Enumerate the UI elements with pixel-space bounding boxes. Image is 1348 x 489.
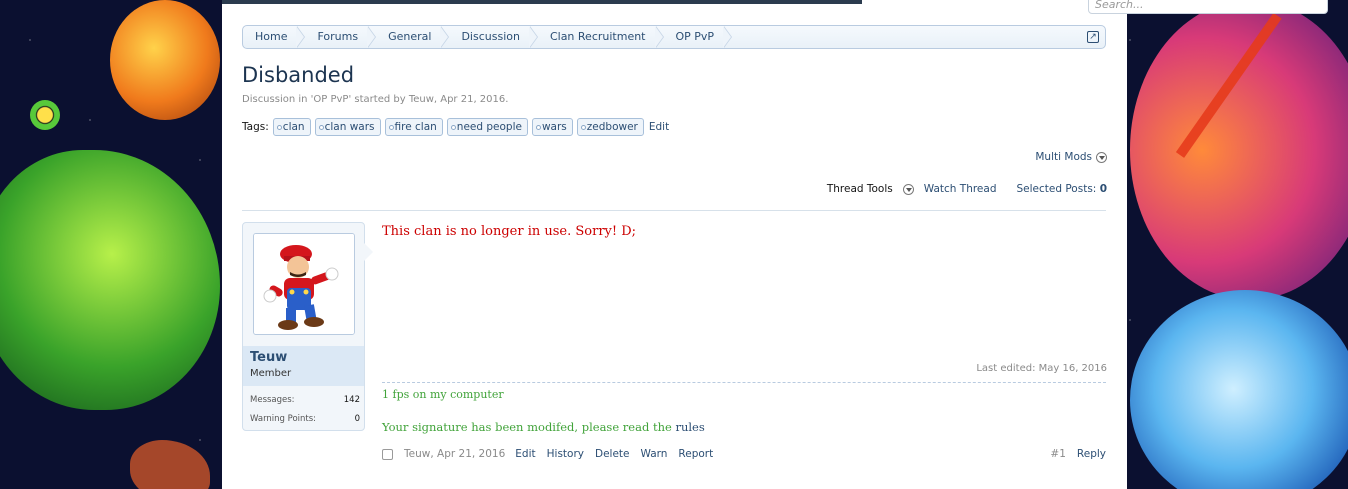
username-link[interactable]: Teuw bbox=[250, 350, 287, 365]
signature-notice: Your signature has been modifed, please … bbox=[382, 420, 705, 434]
meta-forum-link[interactable]: OP PvP bbox=[313, 94, 348, 105]
meta-suffix: , Apr 21, 2016. bbox=[433, 94, 509, 105]
breadcrumb: Home Forums General Discussion Clan Recr… bbox=[242, 25, 1106, 49]
top-bar bbox=[222, 0, 862, 4]
signature-divider bbox=[382, 382, 1106, 383]
footer-right: #1 Reply bbox=[1050, 448, 1106, 460]
rules-link[interactable]: rules bbox=[675, 420, 704, 434]
message-footer: Teuw, Apr 21, 2016 Edit History Delete W… bbox=[382, 446, 1106, 462]
meta-mid: ' started by bbox=[348, 94, 409, 105]
mario-avatar-icon bbox=[254, 234, 354, 334]
thread-meta: Discussion in 'OP PvP' started by Teuw, … bbox=[242, 94, 508, 105]
dropdown-circle-icon[interactable] bbox=[1096, 151, 1107, 163]
meta-prefix: Discussion in ' bbox=[242, 94, 314, 105]
selected-posts-label: Selected Posts: bbox=[1016, 183, 1097, 195]
warn-link[interactable]: Warn bbox=[640, 448, 667, 460]
thread-tools-menu[interactable]: Thread Tools bbox=[817, 183, 914, 195]
selected-posts-count: 0 bbox=[1099, 183, 1107, 195]
creature-eye-art bbox=[30, 100, 60, 130]
multi-mods-menu[interactable]: Multi Mods bbox=[1035, 151, 1107, 163]
tag-clan-wars[interactable]: clan wars bbox=[314, 118, 381, 136]
selected-posts-link[interactable]: Selected Posts: 0 bbox=[1007, 183, 1108, 195]
divider bbox=[242, 210, 1106, 211]
history-link[interactable]: History bbox=[547, 448, 584, 460]
stat-messages: Messages: 142 bbox=[250, 395, 360, 405]
breadcrumb-op-pvp[interactable]: OP PvP bbox=[664, 26, 733, 48]
tag-need-people[interactable]: need people bbox=[446, 118, 528, 136]
search-box[interactable] bbox=[1088, 0, 1328, 14]
message-text: This clan is no longer in use. Sorry! D; bbox=[382, 224, 637, 239]
breadcrumb-home[interactable]: Home bbox=[243, 26, 306, 48]
edit-tags-link[interactable]: Edit bbox=[649, 121, 669, 133]
signature-notice-text: Your signature has been modifed, please … bbox=[382, 420, 676, 434]
delete-link[interactable]: Delete bbox=[595, 448, 630, 460]
post-number-link[interactable]: #1 bbox=[1050, 448, 1065, 460]
avatar[interactable] bbox=[253, 233, 355, 335]
username-box: Teuw Member bbox=[243, 346, 364, 386]
user-title: Member bbox=[250, 368, 292, 379]
tag-zedbower[interactable]: zedbower bbox=[576, 118, 644, 136]
stat-value[interactable]: 142 bbox=[344, 395, 360, 405]
forum-page: Home Forums General Discussion Clan Recr… bbox=[222, 0, 1328, 489]
tags-label: Tags: bbox=[242, 121, 269, 133]
tag-list: Tags: clan clan wars fire clan need peop… bbox=[242, 118, 669, 136]
search-input[interactable] bbox=[1089, 0, 1327, 13]
breadcrumb-clan-recruitment[interactable]: Clan Recruitment bbox=[538, 26, 664, 48]
tag-clan[interactable]: clan bbox=[272, 118, 311, 136]
watch-thread-link[interactable]: Watch Thread bbox=[924, 183, 997, 195]
tag-fire-clan[interactable]: fire clan bbox=[384, 118, 443, 136]
signature-line: 1 fps on my computer bbox=[382, 388, 504, 401]
select-post-checkbox[interactable] bbox=[382, 448, 393, 460]
message-user-info: Teuw Member Messages: 142 Warning Points… bbox=[242, 222, 373, 431]
multi-mods-label: Multi Mods bbox=[1035, 151, 1092, 163]
orange-planet-art bbox=[110, 0, 220, 120]
stat-value: 0 bbox=[354, 414, 360, 424]
thread-tools-bar: Thread Tools Watch Thread Selected Posts… bbox=[807, 183, 1107, 195]
stat-label: Warning Points: bbox=[250, 414, 317, 424]
stat-label: Messages: bbox=[250, 395, 295, 405]
jump-to-icon[interactable]: ↗ bbox=[1087, 31, 1099, 43]
thread-title: Disbanded bbox=[242, 63, 355, 87]
dropdown-circle-icon[interactable] bbox=[902, 183, 914, 195]
tag-wars[interactable]: wars bbox=[531, 118, 573, 136]
report-link[interactable]: Report bbox=[678, 448, 713, 460]
meta-author-link[interactable]: Teuw bbox=[409, 94, 434, 105]
post-author-date[interactable]: Teuw, Apr 21, 2016 bbox=[404, 448, 505, 460]
edit-link[interactable]: Edit bbox=[515, 448, 535, 460]
stat-warning-points: Warning Points: 0 bbox=[250, 414, 360, 424]
breadcrumb-discussion[interactable]: Discussion bbox=[449, 26, 538, 48]
last-edited: Last edited: May 16, 2016 bbox=[976, 363, 1107, 374]
breadcrumb-forums[interactable]: Forums bbox=[305, 26, 376, 48]
thread-tools-label: Thread Tools bbox=[826, 183, 893, 195]
breadcrumb-general[interactable]: General bbox=[376, 26, 450, 48]
reply-link[interactable]: Reply bbox=[1077, 448, 1106, 460]
